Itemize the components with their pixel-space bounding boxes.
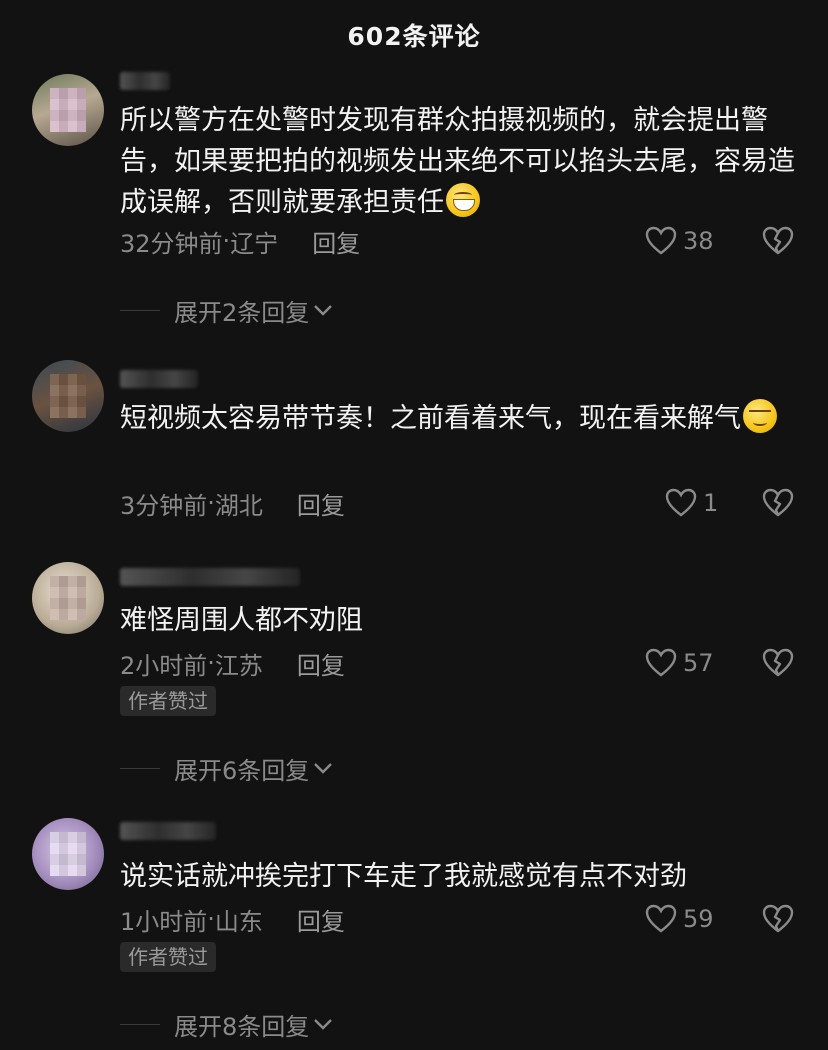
smirk-icon xyxy=(743,399,777,433)
author-liked-badge: 作者赞过 xyxy=(120,686,216,716)
comment-meta: 1小时前 · 山东 回复 xyxy=(120,902,345,937)
meta-separator: · xyxy=(207,489,215,517)
comment-meta: 32分钟前 · 辽宁 回复 xyxy=(120,224,360,259)
reply-button[interactable]: 回复 xyxy=(297,902,345,937)
reply-button[interactable]: 回复 xyxy=(312,224,360,259)
comments-header: 602条评论 xyxy=(0,0,828,70)
divider-line xyxy=(120,309,160,311)
comment-time: 3分钟前 xyxy=(120,491,208,520)
heart-icon xyxy=(665,488,697,517)
expand-replies[interactable]: 展开8条回复 xyxy=(120,1008,333,1041)
broken-heart-icon xyxy=(762,648,794,677)
expand-label: 展开8条回复 xyxy=(174,1012,310,1041)
meta-separator: · xyxy=(207,905,215,933)
divider-line xyxy=(120,767,160,769)
chevron-down-icon xyxy=(314,1019,333,1030)
chevron-down-icon xyxy=(314,763,333,774)
avatar[interactable] xyxy=(32,818,104,890)
broken-heart-icon xyxy=(762,226,794,255)
comment-time: 1小时前 xyxy=(120,907,208,936)
like-count: 59 xyxy=(683,905,714,933)
heart-icon xyxy=(645,226,677,255)
comment-count-title: 602条评论 xyxy=(347,22,481,51)
expand-label: 展开6条回复 xyxy=(174,756,310,785)
comment-location: 江苏 xyxy=(214,651,263,680)
username-obscured[interactable] xyxy=(120,72,170,90)
grin-icon xyxy=(446,183,480,217)
chevron-down-icon xyxy=(314,305,333,316)
comment-text: 所以警方在处警时发现有群众拍摄视频的，就会提出警告，如果要把拍的视频发出来绝不可… xyxy=(120,100,800,223)
comment-text: 短视频太容易带节奏！之前看着来气，现在看来解气 xyxy=(120,398,800,439)
avatar[interactable] xyxy=(32,562,104,634)
like-button[interactable]: 57 xyxy=(645,648,714,678)
comment-location: 湖北 xyxy=(214,491,263,520)
comment-body: 说实话就冲挨完打下车走了我就感觉有点不对劲 xyxy=(120,861,687,892)
like-button[interactable]: 59 xyxy=(645,904,714,934)
comment-location: 山东 xyxy=(214,907,263,936)
broken-heart-icon xyxy=(762,904,794,933)
username-obscured[interactable] xyxy=(120,568,300,586)
meta-separator: · xyxy=(222,227,231,255)
broken-heart-icon xyxy=(762,488,794,517)
dislike-button[interactable] xyxy=(762,226,794,256)
heart-icon xyxy=(645,648,677,677)
username-obscured[interactable] xyxy=(120,370,198,388)
comment-body: 难怪周围人都不劝阻 xyxy=(120,605,363,636)
like-button[interactable]: 1 xyxy=(665,488,718,518)
like-count: 38 xyxy=(683,227,714,255)
avatar[interactable] xyxy=(32,74,104,146)
comment-meta: 2小时前 · 江苏 回复 xyxy=(120,646,345,681)
username-obscured[interactable] xyxy=(120,822,216,840)
comment-text: 难怪周围人都不劝阻 xyxy=(120,600,800,641)
comment-text: 说实话就冲挨完打下车走了我就感觉有点不对劲 xyxy=(120,856,800,897)
author-liked-badge: 作者赞过 xyxy=(120,942,216,972)
expand-replies[interactable]: 展开6条回复 xyxy=(120,752,333,785)
dislike-button[interactable] xyxy=(762,648,794,678)
expand-label: 展开2条回复 xyxy=(174,298,310,327)
dislike-button[interactable] xyxy=(762,904,794,934)
dislike-button[interactable] xyxy=(762,488,794,518)
like-button[interactable]: 38 xyxy=(645,226,714,256)
reply-button[interactable]: 回复 xyxy=(297,646,345,681)
meta-separator: · xyxy=(207,649,215,677)
comment-meta: 3分钟前 · 湖北 回复 xyxy=(120,486,345,521)
comment-body: 短视频太容易带节奏！之前看着来气，现在看来解气 xyxy=(120,403,741,434)
reply-button[interactable]: 回复 xyxy=(297,486,345,521)
avatar[interactable] xyxy=(32,360,104,432)
like-count: 1 xyxy=(703,489,719,517)
comment-time: 2小时前 xyxy=(120,651,208,680)
comment-location: 辽宁 xyxy=(230,229,279,258)
comment-time: 32分钟前 xyxy=(120,229,223,258)
like-count: 57 xyxy=(683,649,714,677)
divider-line xyxy=(120,1023,160,1025)
heart-icon xyxy=(645,904,677,933)
expand-replies[interactable]: 展开2条回复 xyxy=(120,294,333,327)
